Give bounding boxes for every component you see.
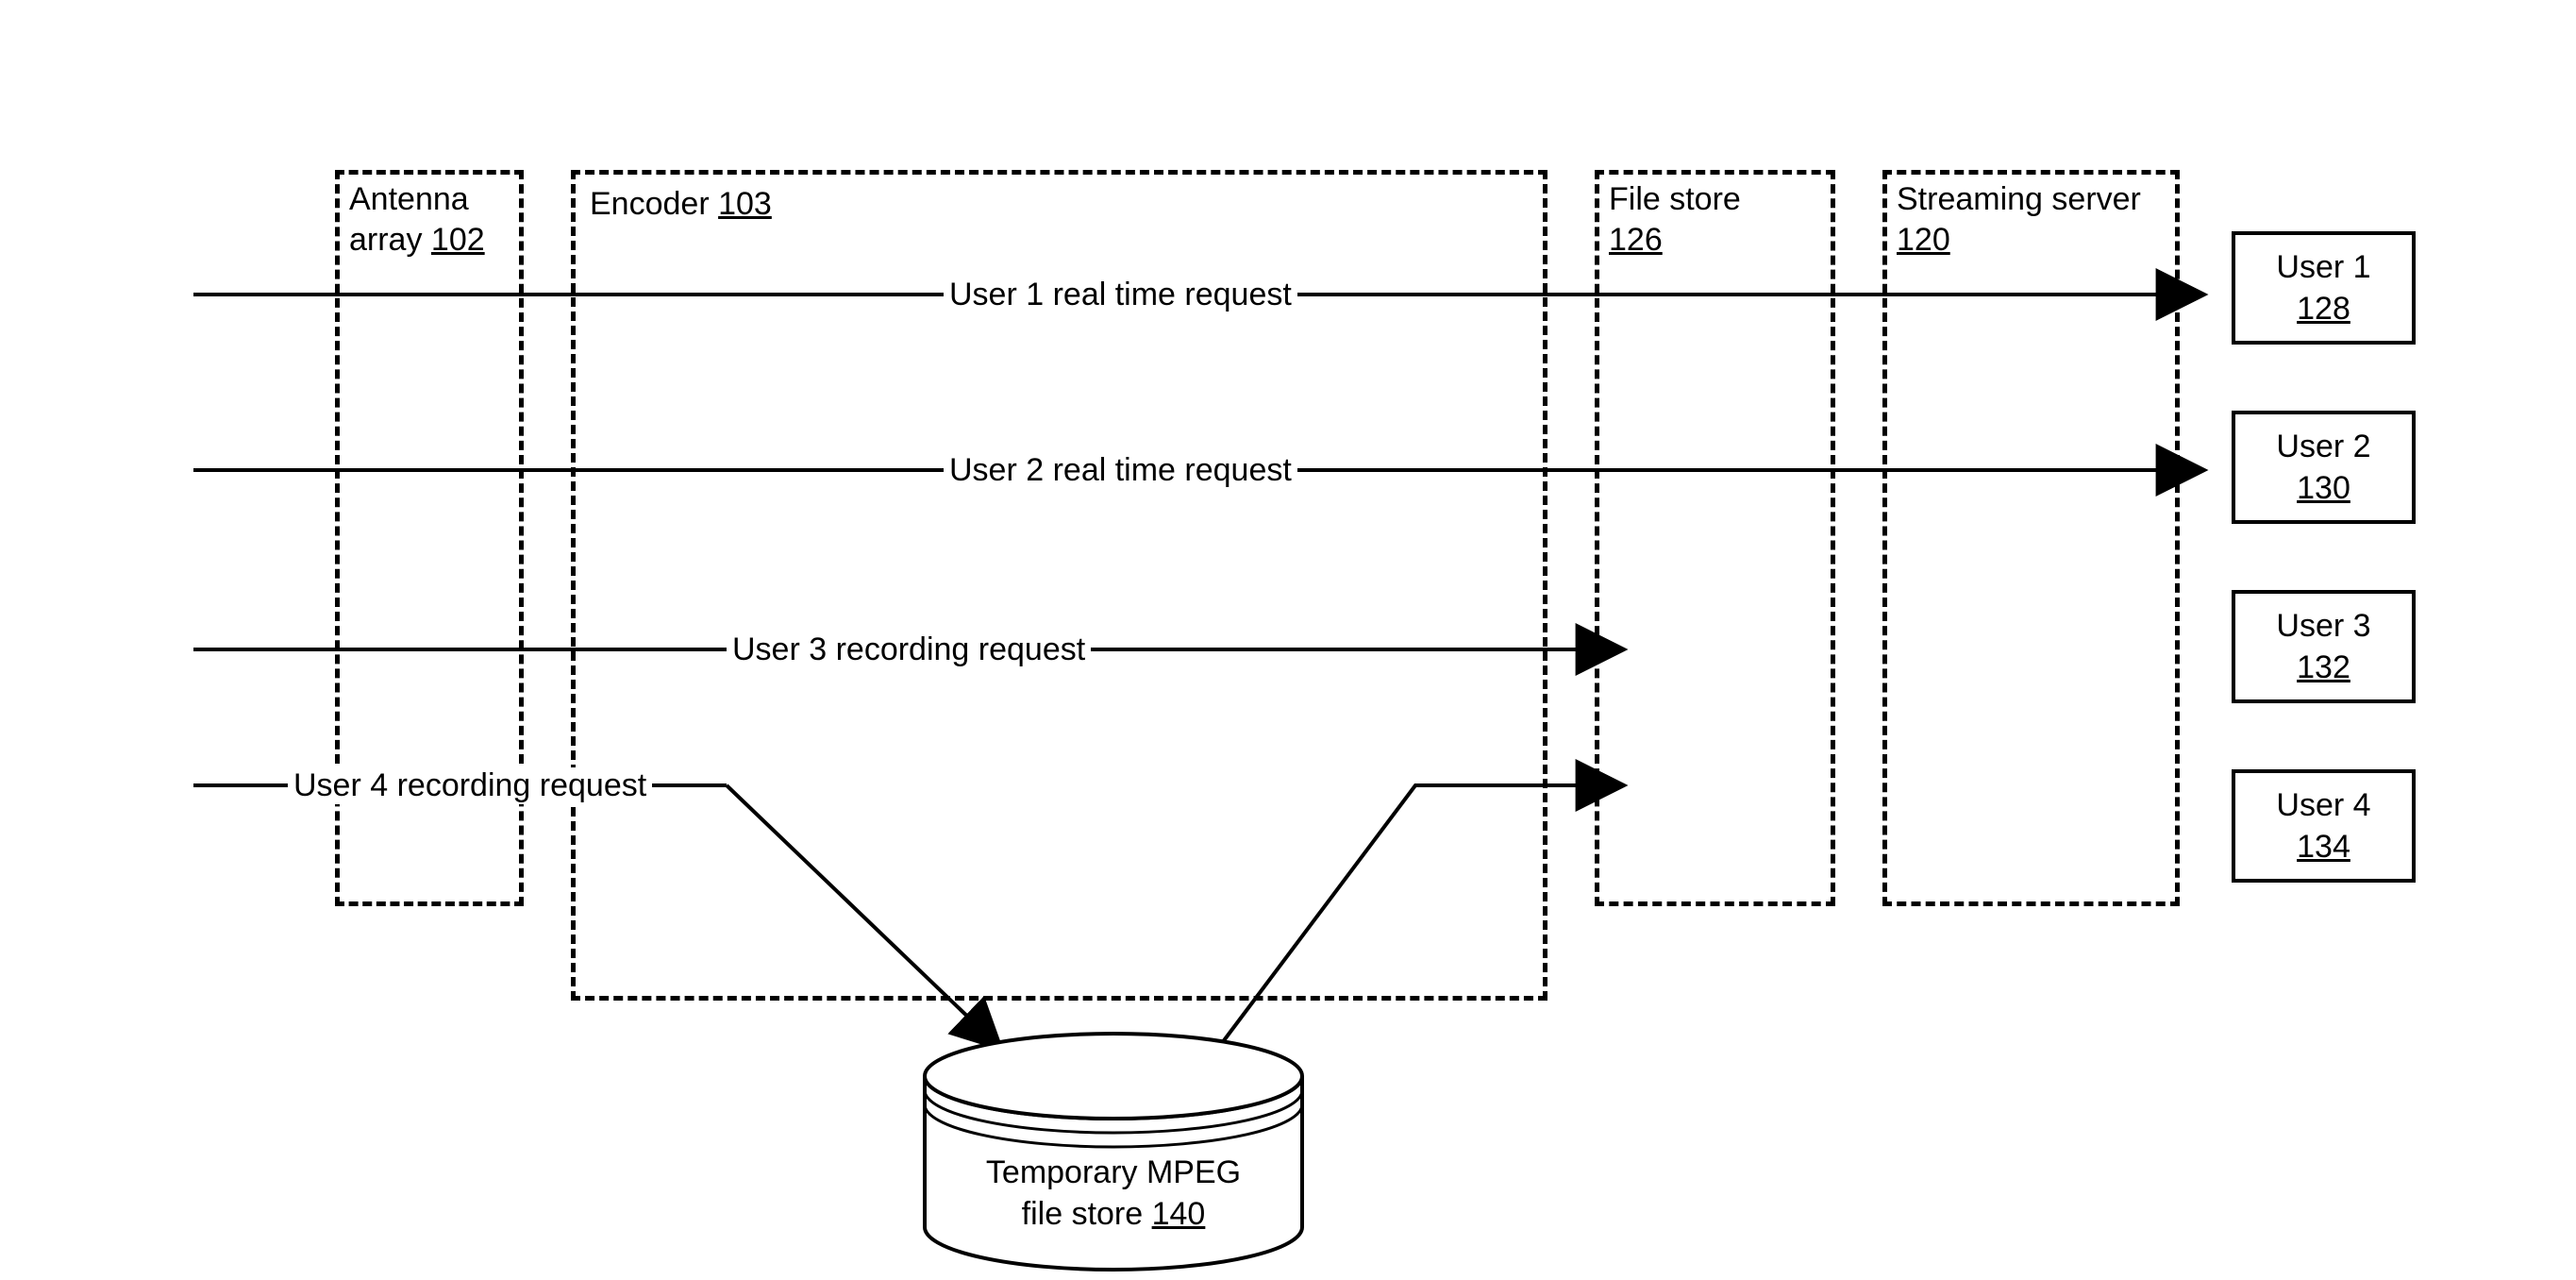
- diagram-root: Antenna array 102 Encoder 103 File store…: [0, 0, 2576, 1280]
- cylinder-label: Temporary MPEG file store 140: [944, 1152, 1283, 1235]
- user1-text: User 1: [2276, 249, 2370, 285]
- flow-user3-label: User 3 recording request: [727, 632, 1091, 668]
- user1-box: User 1 128: [2232, 231, 2416, 345]
- file-store-box: [1595, 170, 1835, 906]
- file-store-label: File store 126: [1609, 179, 1826, 260]
- user2-text: User 2: [2276, 429, 2370, 464]
- user3-ref: 132: [2297, 649, 2350, 685]
- antenna-array-ref: 102: [431, 222, 485, 258]
- antenna-array-label: Antenna array 102: [349, 179, 514, 260]
- encoder-text: Encoder: [590, 186, 710, 222]
- streaming-server-ref: 120: [1897, 222, 1950, 258]
- cylinder-line1: Temporary MPEG: [986, 1154, 1241, 1190]
- user3-text: User 3: [2276, 608, 2370, 644]
- user2-box: User 2 130: [2232, 411, 2416, 524]
- streaming-server-text: Streaming server: [1897, 181, 2141, 217]
- user4-box: User 4 134: [2232, 769, 2416, 883]
- file-store-ref: 126: [1609, 222, 1663, 258]
- streaming-server-label: Streaming server 120: [1897, 179, 2170, 260]
- cylinder-line2: file store: [1022, 1196, 1144, 1232]
- user2-ref: 130: [2297, 470, 2350, 506]
- user4-ref: 134: [2297, 829, 2350, 865]
- flow-user1-label: User 1 real time request: [944, 277, 1297, 313]
- user1-ref: 128: [2297, 291, 2350, 327]
- streaming-server-box: [1882, 170, 2180, 906]
- encoder-label: Encoder 103: [590, 184, 772, 225]
- user3-box: User 3 132: [2232, 590, 2416, 703]
- user4-text: User 4: [2276, 787, 2370, 823]
- flow-user2-label: User 2 real time request: [944, 452, 1297, 489]
- flow-user4-label: User 4 recording request: [288, 767, 652, 804]
- cylinder-ref: 140: [1152, 1196, 1206, 1232]
- encoder-ref: 103: [718, 186, 772, 222]
- file-store-text: File store: [1609, 181, 1741, 217]
